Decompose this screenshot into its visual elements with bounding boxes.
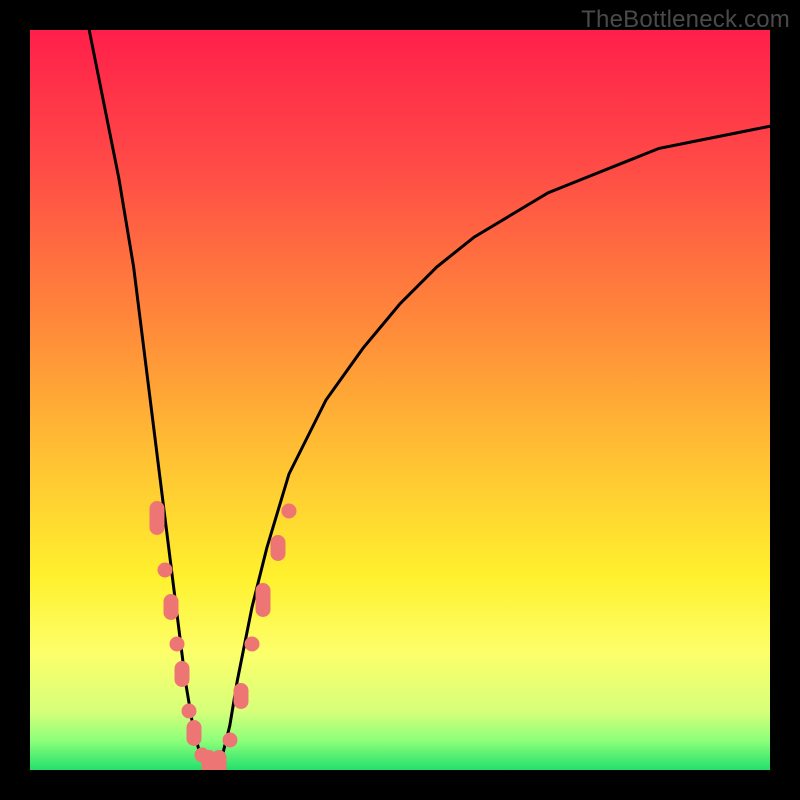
data-marker [282, 504, 297, 519]
data-marker [233, 683, 248, 709]
data-marker [211, 750, 226, 770]
data-marker [256, 583, 271, 617]
data-marker [182, 703, 197, 718]
data-marker [245, 637, 260, 652]
data-marker [222, 733, 237, 748]
data-marker [157, 563, 172, 578]
bottleneck-curve [30, 30, 770, 770]
plot-area [30, 30, 770, 770]
watermark-text: TheBottleneck.com [581, 6, 790, 34]
data-marker [174, 661, 189, 687]
data-marker [150, 501, 165, 535]
data-marker [169, 637, 184, 652]
data-marker [163, 594, 178, 620]
chart-frame: TheBottleneck.com [0, 0, 800, 800]
data-marker [187, 720, 202, 746]
data-marker [270, 535, 285, 561]
